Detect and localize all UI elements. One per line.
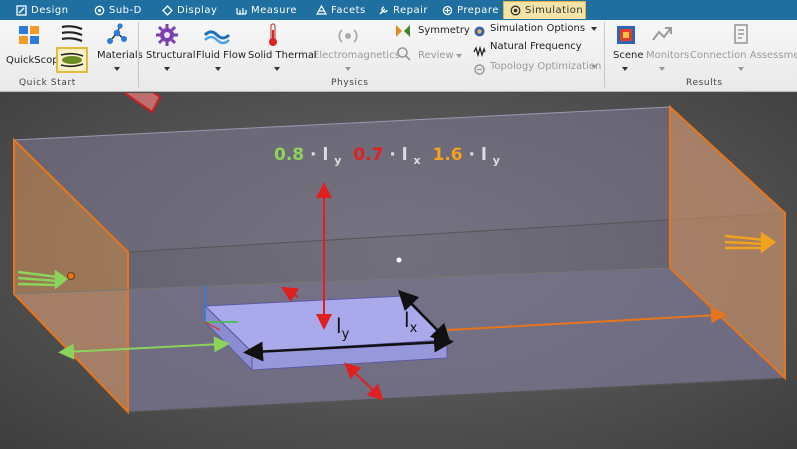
tab-label: Display — [177, 4, 218, 16]
flow-lines-icon[interactable] — [58, 23, 86, 45]
electromagnetics-dropdown-caret — [345, 67, 351, 71]
symmetry-icon[interactable] — [394, 23, 412, 39]
tab-subd[interactable]: Sub-D — [88, 1, 152, 19]
natural-frequency-button[interactable]: Natural Frequency — [490, 41, 582, 52]
ribbon-separator — [604, 22, 605, 88]
group-label-physics: Physics — [331, 78, 369, 88]
ribbon: QuickScope Quick Start Materials Structu… — [0, 20, 797, 92]
viewport-canvas: 0.8 · l y 0.7 · l x 1.6 · l y ly lx — [12, 93, 787, 415]
height-coefficient: 0.8 — [274, 145, 304, 165]
connection-assessment-icon — [732, 23, 750, 45]
structural-button[interactable]: Structural — [146, 50, 196, 61]
review-search-icon — [396, 46, 412, 62]
structural-gear-icon[interactable] — [155, 23, 179, 47]
subscript-x: x — [413, 154, 420, 167]
solid-thermal-dropdown-caret[interactable] — [274, 67, 280, 71]
topology-optimization-dropdown-caret — [591, 65, 597, 69]
subscript-y: y — [342, 327, 350, 342]
review-button: Review — [418, 50, 454, 61]
design-icon — [16, 4, 27, 16]
subscript-y: y — [493, 154, 500, 167]
fluid-flow-icon[interactable] — [203, 25, 231, 45]
facets-icon — [316, 4, 327, 15]
review-dropdown-caret — [456, 54, 462, 58]
l-symbol: l — [322, 145, 328, 165]
materials-icon[interactable] — [104, 23, 130, 47]
simulation-options-button[interactable]: Simulation Options — [490, 23, 585, 34]
simulation-options-dropdown-caret[interactable] — [591, 27, 597, 31]
fluid-flow-button[interactable]: Fluid Flow — [196, 50, 246, 61]
monitors-button: Monitors — [646, 50, 690, 61]
tab-simulation[interactable]: Simulation — [503, 1, 586, 19]
tab-label: Simulation — [525, 5, 584, 16]
solid-thermal-button[interactable]: Solid Thermal — [248, 50, 317, 61]
scene-dropdown-caret[interactable] — [622, 67, 628, 71]
tab-design[interactable]: Design — [10, 1, 84, 19]
topology-optimization-icon — [473, 61, 486, 75]
inlet-point-marker — [67, 272, 75, 280]
structural-dropdown-caret[interactable] — [164, 67, 170, 71]
electromagnetics-button: Electromagnetics — [313, 50, 400, 61]
ribbon-tab-bar: Design Sub-D Display Measure Facets Repa… — [0, 0, 797, 20]
tab-label: Repair — [393, 4, 429, 16]
topology-optimization-button: Topology Optimization — [490, 61, 602, 72]
ribbon-separator — [138, 22, 139, 88]
monitors-dropdown-caret — [659, 67, 665, 71]
tab-repair[interactable]: Repair — [372, 1, 436, 19]
measure-icon — [236, 7, 247, 15]
fluid-flow-dropdown-caret[interactable] — [215, 67, 221, 71]
subscript-y: y — [334, 154, 341, 167]
tab-measure[interactable]: Measure — [230, 1, 306, 19]
l-symbol: l — [402, 145, 408, 165]
tab-prepare[interactable]: Prepare — [436, 1, 504, 19]
prepare-icon — [442, 5, 453, 15]
dot: · — [310, 145, 316, 165]
group-label-quick-start: Quick Start — [19, 78, 76, 88]
scene-button[interactable]: Scene — [613, 50, 644, 61]
tab-label: Design — [31, 4, 69, 16]
subscript-x: x — [410, 321, 418, 336]
callout-arrow-quickscope — [122, 93, 162, 114]
connection-assessment-button: Connection Assessment — [690, 50, 797, 61]
thermometer-icon[interactable] — [266, 22, 280, 48]
flow-preset-button[interactable] — [56, 47, 88, 73]
repair-icon — [379, 5, 388, 14]
tab-label: Sub-D — [109, 4, 142, 16]
connection-assessment-dropdown-caret — [738, 67, 744, 71]
tab-label: Measure — [251, 4, 297, 16]
domain-center-marker — [396, 257, 402, 263]
lateral-coefficient: 0.7 — [353, 145, 383, 165]
l-symbol: l — [481, 145, 487, 165]
symmetry-button[interactable]: Symmetry — [418, 25, 470, 36]
length-coefficient: 1.6 — [433, 145, 463, 165]
dot: · — [469, 145, 475, 165]
subd-icon — [94, 5, 105, 15]
monitors-icon — [651, 24, 673, 46]
tab-display[interactable]: Display — [156, 1, 226, 19]
natural-frequency-icon[interactable] — [473, 42, 486, 58]
quickscope-grid-icon[interactable] — [16, 24, 42, 46]
scene-icon[interactable] — [614, 23, 638, 47]
tab-facets[interactable]: Facets — [310, 1, 376, 19]
display-icon — [162, 4, 173, 16]
materials-button[interactable]: Materials — [97, 50, 143, 61]
3d-viewport[interactable]: 0.8 · l y 0.7 · l x 1.6 · l y ly lx — [0, 93, 797, 449]
group-label-results: Results — [686, 78, 723, 88]
electromagnetics-icon — [337, 25, 359, 47]
simulation-icon — [510, 5, 521, 16]
dot: · — [389, 145, 395, 165]
tab-label: Facets — [331, 4, 366, 16]
simulation-options-icon[interactable] — [473, 23, 486, 37]
tab-label: Prepare — [457, 4, 499, 16]
materials-dropdown-caret[interactable] — [114, 67, 120, 71]
